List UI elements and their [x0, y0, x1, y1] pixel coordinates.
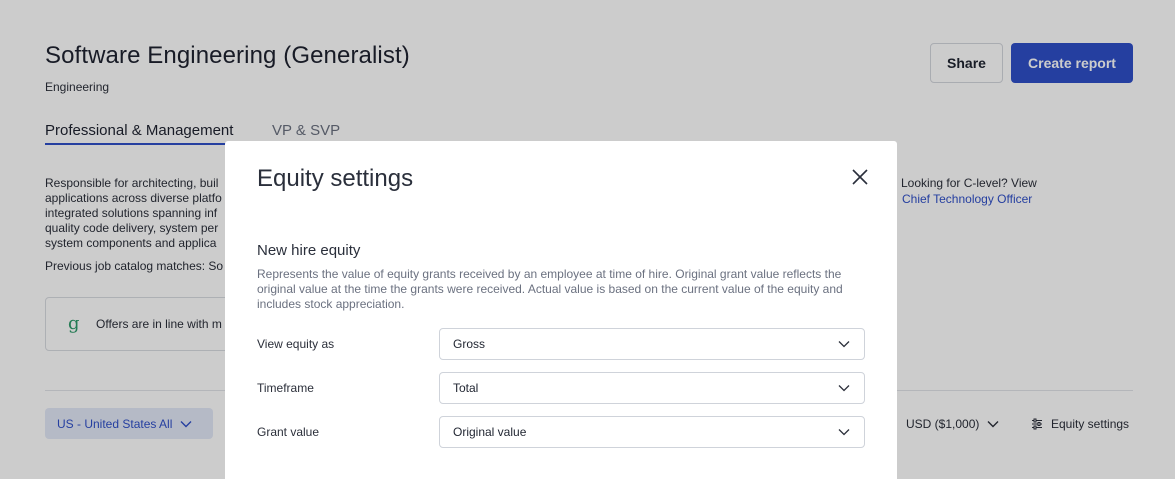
timeframe-label: Timeframe — [257, 381, 314, 395]
modal-title: Equity settings — [257, 165, 414, 192]
equity-settings-modal: Equity settings New hire equity Represen… — [225, 141, 897, 479]
section-description: Represents the value of equity grants re… — [257, 267, 843, 311]
section-title: New hire equity — [257, 242, 361, 259]
timeframe-value: Total — [453, 381, 479, 395]
chevron-down-icon — [838, 429, 850, 436]
timeframe-select[interactable]: Total — [439, 372, 865, 404]
close-icon[interactable] — [851, 168, 869, 186]
chevron-down-icon — [838, 341, 850, 348]
grant-value-select[interactable]: Original value — [439, 416, 865, 448]
grant-value-value: Original value — [453, 425, 527, 439]
grant-value-label: Grant value — [257, 425, 320, 439]
view-equity-label: View equity as — [257, 337, 335, 351]
view-equity-value: Gross — [453, 337, 486, 351]
chevron-down-icon — [838, 385, 850, 392]
view-equity-select[interactable]: Gross — [439, 328, 865, 360]
